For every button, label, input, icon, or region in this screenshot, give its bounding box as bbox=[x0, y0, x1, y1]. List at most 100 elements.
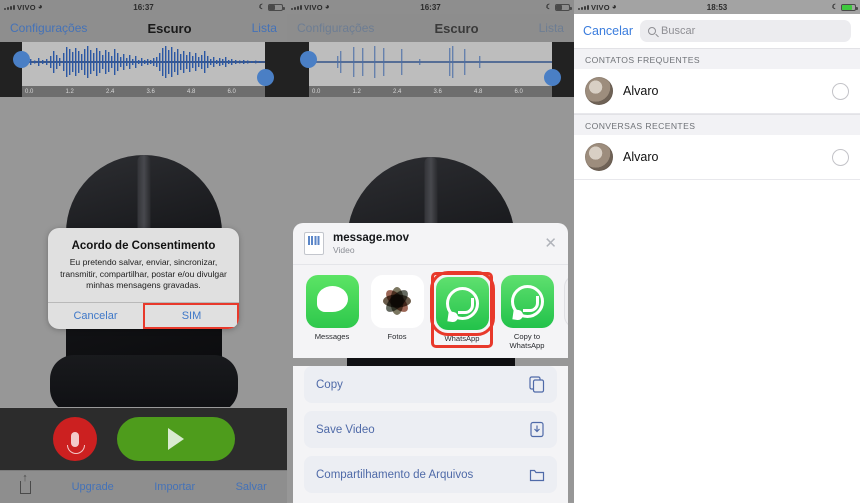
time-tick: 2.4 bbox=[106, 88, 115, 95]
time-tick: 6.0 bbox=[514, 88, 523, 95]
alert-message: Eu pretendo salvar, enviar, sincronizar,… bbox=[60, 257, 227, 291]
nav-list-button[interactable]: Lista bbox=[252, 21, 277, 35]
consent-alert-dialog: Acordo de Consentimento Eu pretendo salv… bbox=[48, 228, 239, 329]
share-icon[interactable] bbox=[20, 472, 32, 494]
cancel-button[interactable]: Cancelar bbox=[583, 24, 633, 38]
share-app-label: Copy to WhatsApp bbox=[509, 331, 545, 350]
bottom-tab-bar: Upgrade Importar Salvar bbox=[0, 470, 287, 503]
time-tick: 3.6 bbox=[146, 88, 155, 95]
trim-handle-left-icon[interactable] bbox=[300, 51, 317, 68]
file-name: message.mov bbox=[333, 231, 410, 244]
time-tick: 0.0 bbox=[312, 88, 321, 95]
nav-list-button[interactable]: Lista bbox=[539, 21, 564, 35]
save-video-icon bbox=[529, 421, 545, 438]
share-app-whatsapp[interactable]: WhatsApp bbox=[429, 270, 495, 348]
waveform-graphic bbox=[309, 46, 552, 78]
share-actions-list: Copy Save Video Compartilhamento de Arqu… bbox=[293, 366, 568, 503]
time-tick: 4.8 bbox=[474, 88, 483, 95]
file-info: message.mov Video bbox=[333, 232, 409, 255]
alert-confirm-button[interactable]: SIM bbox=[143, 302, 239, 329]
waveform-graphic bbox=[22, 46, 265, 78]
record-button[interactable] bbox=[52, 417, 97, 461]
waveform-editor[interactable]: 0.0 1.2 2.4 3.6 4.8 6.0 bbox=[0, 42, 287, 97]
action-file-sharing[interactable]: Compartilhamento de Arquivos bbox=[304, 456, 557, 493]
time-tick: 2.4 bbox=[393, 88, 402, 95]
action-label: Copy bbox=[316, 378, 343, 391]
tab-importar[interactable]: Importar bbox=[154, 481, 195, 493]
partial-app-icon bbox=[564, 274, 568, 328]
battery-icon bbox=[555, 3, 572, 11]
contact-name: Alvaro bbox=[623, 150, 659, 164]
whatsapp-app-icon bbox=[429, 270, 495, 336]
share-app-fotos[interactable]: Fotos bbox=[369, 274, 425, 341]
search-bar: Cancelar Buscar bbox=[574, 14, 860, 48]
share-app-label: WhatsApp bbox=[444, 333, 480, 343]
action-copy[interactable]: Copy bbox=[304, 366, 557, 403]
share-app-label: Fotos bbox=[387, 331, 407, 341]
page-title: Escuro bbox=[434, 20, 479, 36]
battery-charging-icon bbox=[841, 3, 858, 11]
radio-unchecked-icon[interactable] bbox=[832, 148, 849, 166]
close-icon[interactable]: ✕ bbox=[544, 236, 557, 251]
search-input[interactable]: Buscar bbox=[640, 20, 851, 42]
tab-upgrade[interactable]: Upgrade bbox=[72, 481, 114, 493]
video-file-icon bbox=[304, 231, 324, 255]
alert-body: Acordo de Consentimento Eu pretendo salv… bbox=[48, 228, 239, 302]
contact-row[interactable]: Alvaro bbox=[574, 69, 860, 114]
nav-bar: Configurações Escuro Lista bbox=[287, 14, 574, 42]
folder-icon bbox=[529, 466, 545, 483]
trim-handle-right-icon[interactable] bbox=[544, 69, 561, 86]
action-label: Save Video bbox=[316, 423, 375, 436]
trim-handle-left-icon[interactable] bbox=[13, 51, 30, 68]
share-app-label: Messages bbox=[314, 331, 350, 341]
screenshot-stage: VIVO ◕ 16:37 ☾ Configurações Escuro List… bbox=[0, 0, 860, 503]
share-sheet: message.mov Video ✕ Messages Fotos Whats… bbox=[293, 222, 568, 503]
status-time: 18:53 bbox=[706, 2, 728, 12]
time-tick: 1.2 bbox=[352, 88, 361, 95]
search-icon bbox=[648, 27, 657, 35]
status-bar: VIVO ◕ 18:53 ☾ bbox=[574, 0, 860, 14]
contact-row[interactable]: Alvaro bbox=[574, 135, 860, 180]
action-label: Compartilhamento de Arquivos bbox=[316, 468, 474, 481]
nav-back-button[interactable]: Configurações bbox=[10, 21, 87, 35]
alert-cancel-button[interactable]: Cancelar bbox=[48, 303, 143, 329]
share-sheet-header: message.mov Video ✕ bbox=[293, 222, 568, 264]
status-bar: VIVO ◕ 16:37 ☾ bbox=[0, 0, 287, 14]
tab-salvar[interactable]: Salvar bbox=[236, 481, 267, 493]
trim-handle-right-icon[interactable] bbox=[257, 69, 274, 86]
panel-contact-picker: VIVO ◕ 18:53 ☾ Cancelar Buscar CONTATOS … bbox=[574, 0, 860, 503]
share-apps-row[interactable]: Messages Fotos WhatsApp Copy to WhatsApp bbox=[293, 263, 568, 358]
waveform-timeline: 0.0 1.2 2.4 3.6 4.8 6.0 bbox=[22, 86, 265, 97]
share-app-next-partial[interactable] bbox=[564, 274, 568, 332]
waveform-timeline: 0.0 1.2 2.4 3.6 4.8 6.0 bbox=[309, 86, 552, 97]
share-app-copy-to-whatsapp[interactable]: Copy to WhatsApp bbox=[499, 274, 555, 350]
status-bar: VIVO ◕ 16:37 ☾ bbox=[287, 0, 574, 14]
panel-share-sheet: VIVO ◕ 16:37 ☾ Configurações Escuro List… bbox=[287, 0, 574, 503]
panel-recorder: VIVO ◕ 16:37 ☾ Configurações Escuro List… bbox=[0, 0, 287, 503]
microphone-icon bbox=[66, 431, 85, 454]
action-save-video[interactable]: Save Video bbox=[304, 411, 557, 448]
time-tick: 4.8 bbox=[187, 88, 196, 95]
play-button[interactable] bbox=[116, 417, 235, 461]
alert-title: Acordo de Consentimento bbox=[71, 240, 216, 252]
search-placeholder: Buscar bbox=[661, 25, 696, 37]
time-tick: 0.0 bbox=[25, 88, 34, 95]
section-header-frequent: CONTATOS FREQUENTES bbox=[574, 48, 860, 69]
copy-icon bbox=[529, 376, 545, 393]
share-app-messages[interactable]: Messages bbox=[304, 274, 360, 341]
contact-name: Alvaro bbox=[623, 84, 659, 98]
nav-bar: Configurações Escuro Lista bbox=[0, 14, 287, 42]
section-header-recent: CONVERSAS RECENTES bbox=[574, 114, 860, 135]
whatsapp-app-icon bbox=[500, 274, 554, 328]
battery-icon bbox=[268, 3, 285, 11]
radio-unchecked-icon[interactable] bbox=[832, 82, 849, 100]
nav-back-button[interactable]: Configurações bbox=[297, 21, 374, 35]
page-title: Escuro bbox=[147, 20, 192, 36]
waveform-editor[interactable]: 0.0 1.2 2.4 3.6 4.8 6.0 bbox=[287, 42, 574, 97]
photos-app-icon bbox=[370, 274, 424, 328]
transport-bar bbox=[0, 408, 287, 470]
avatar bbox=[585, 77, 613, 105]
avatar bbox=[585, 143, 613, 171]
file-type: Video bbox=[333, 244, 355, 255]
time-tick: 6.0 bbox=[227, 88, 236, 95]
